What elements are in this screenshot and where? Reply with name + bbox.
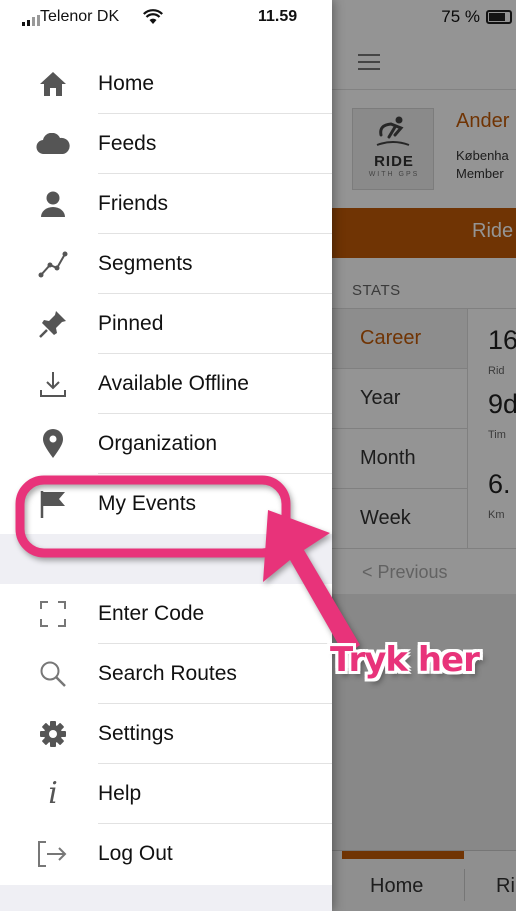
pin-icon — [36, 308, 70, 340]
menu-label: Settings — [98, 722, 174, 745]
menu-item-my-events[interactable]: My Events — [0, 474, 332, 534]
menu-section-gap — [0, 534, 332, 584]
menu-item-pinned[interactable]: Pinned — [0, 294, 332, 354]
location-pin-icon — [36, 428, 70, 460]
segments-icon — [36, 248, 70, 280]
menu-label: Home — [98, 72, 155, 95]
side-drawer: Telenor DK 11.59 Home Feeds Friends Segm… — [0, 0, 332, 911]
menu-label: Search Routes — [98, 662, 237, 685]
menu-item-home[interactable]: Home — [0, 54, 332, 114]
menu-item-search-routes[interactable]: Search Routes — [0, 644, 332, 704]
home-icon — [36, 68, 70, 100]
menu-label: Pinned — [98, 312, 164, 335]
search-icon — [36, 658, 70, 690]
menu-label: My Events — [98, 492, 197, 515]
menu-label: Organization — [98, 432, 218, 455]
menu-item-available-offline[interactable]: Available Offline — [0, 354, 332, 414]
menu-label: Friends — [98, 192, 169, 215]
menu-item-feeds[interactable]: Feeds — [0, 114, 332, 174]
cloud-icon — [36, 128, 70, 160]
menu-item-help[interactable]: i Help — [0, 764, 332, 824]
annotation-text: Tryk her — [330, 640, 480, 680]
signal-icon — [22, 15, 40, 26]
info-icon: i — [48, 776, 58, 811]
menu-label: Log Out — [98, 842, 173, 865]
menu-item-segments[interactable]: Segments — [0, 234, 332, 294]
menu-item-enter-code[interactable]: Enter Code — [0, 584, 332, 644]
scan-frame-icon — [36, 598, 70, 630]
menu-item-log-out[interactable]: Log Out — [0, 824, 332, 884]
gear-icon — [36, 718, 70, 750]
menu-label: Enter Code — [98, 602, 205, 625]
flag-icon — [36, 488, 70, 520]
menu-item-friends[interactable]: Friends — [0, 174, 332, 234]
menu-item-organization[interactable]: Organization — [0, 414, 332, 474]
drawer-footer — [0, 885, 332, 911]
menu-label: Segments — [98, 252, 193, 275]
drawer-status-bar: Telenor DK 11.59 — [0, 0, 332, 36]
menu-label: Available Offline — [98, 372, 249, 395]
menu-label: Feeds — [98, 132, 157, 155]
download-icon — [36, 368, 70, 400]
logout-icon — [36, 838, 70, 870]
person-icon — [36, 188, 70, 220]
menu-item-settings[interactable]: Settings — [0, 704, 332, 764]
drawer-menu: Home Feeds Friends Segments Pinned Avail… — [0, 54, 332, 884]
carrier-name: Telenor DK — [40, 8, 120, 25]
wifi-icon — [143, 9, 163, 24]
menu-label: Help — [98, 782, 142, 805]
clock: 11.59 — [258, 8, 298, 25]
